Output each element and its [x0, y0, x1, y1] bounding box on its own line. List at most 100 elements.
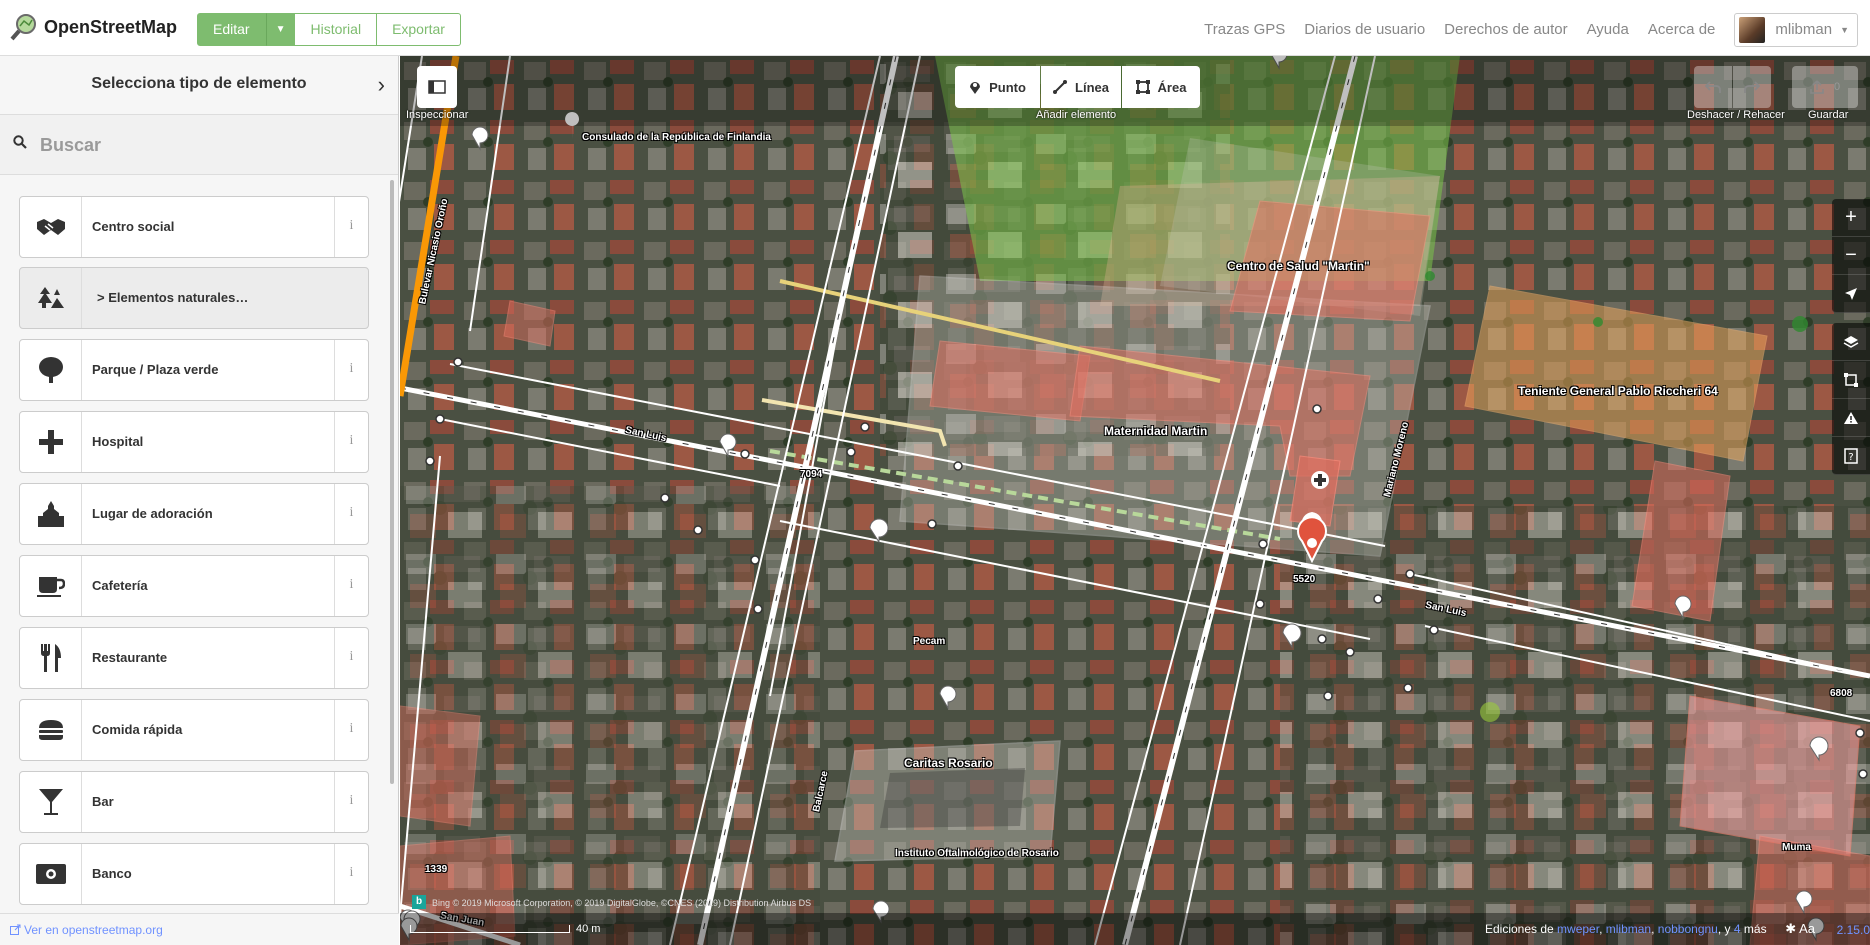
- map-label-maternity[interactable]: Maternidad Martin: [1104, 424, 1207, 438]
- search-row: [0, 115, 398, 175]
- redo-button[interactable]: [1733, 66, 1771, 108]
- map-label-bus-6808[interactable]: 6808: [1830, 688, 1852, 699]
- info-button[interactable]: i: [334, 700, 368, 760]
- map-label-bus-5520[interactable]: 5520: [1293, 574, 1315, 585]
- map-label-instituto[interactable]: Instituto Oftalmológico de Rosario: [895, 848, 1059, 859]
- map-label-muma[interactable]: Muma: [1782, 842, 1811, 853]
- info-button[interactable]: i: [334, 340, 368, 400]
- export-button[interactable]: Exportar: [377, 13, 461, 46]
- editor-link[interactable]: nobbongnu: [1658, 922, 1718, 936]
- map-label-caritas[interactable]: Caritas Rosario: [904, 756, 993, 770]
- version-link[interactable]: 2.15.0: [1837, 923, 1870, 937]
- info-button[interactable]: i: [334, 772, 368, 832]
- save-count: 0: [1833, 81, 1841, 93]
- preset-item-fast-food[interactable]: Comida rápida i: [19, 699, 369, 761]
- preset-item-restaurant[interactable]: Restaurante i: [19, 627, 369, 689]
- preset-label: Comida rápida: [92, 722, 183, 737]
- background-settings-button[interactable]: [1832, 323, 1870, 361]
- edit-button-group: Editar ▼ Historial Exportar: [197, 13, 461, 46]
- add-feature-label: Añadir elemento: [1036, 109, 1117, 121]
- zoom-in-button[interactable]: +: [1832, 199, 1870, 237]
- zoom-out-button[interactable]: −: [1832, 237, 1870, 275]
- secondary-nav: Trazas GPS Diarios de usuario Derechos d…: [1204, 12, 1870, 47]
- user-menu[interactable]: mlibman ▼: [1734, 12, 1858, 47]
- geolocate-button[interactable]: [1832, 275, 1870, 313]
- imagery-attribution[interactable]: Bing © 2019 Microsoft Corporation, © 201…: [432, 898, 811, 908]
- edit-dropdown-toggle[interactable]: ▼: [265, 13, 296, 46]
- svg-text:?: ?: [1848, 452, 1853, 463]
- preset-label: Parque / Plaza verde: [92, 362, 219, 377]
- view-on-osm-link[interactable]: Ver en openstreetmap.org: [24, 923, 163, 937]
- sidebar: Selecciona tipo de elemento › Centro soc…: [0, 56, 399, 945]
- more-editors-count[interactable]: 4: [1734, 922, 1741, 936]
- osm-magnifier-icon: [10, 14, 36, 41]
- preset-item-place-of-worship[interactable]: Lugar de adoración i: [19, 483, 369, 545]
- history-button[interactable]: Historial: [295, 13, 378, 46]
- preset-item-park[interactable]: Parque / Plaza verde i: [19, 339, 369, 401]
- preset-label: Banco: [92, 866, 132, 881]
- map-label-health-centre[interactable]: Centro de Salud "Martin": [1227, 259, 1370, 273]
- map-label-bus-7094[interactable]: 7094: [800, 469, 822, 480]
- undo-button[interactable]: [1694, 66, 1732, 108]
- search-input[interactable]: [40, 130, 380, 160]
- preset-category-natural[interactable]: > Elementos naturales…: [19, 267, 369, 329]
- preset-item-bar[interactable]: Bar i: [19, 771, 369, 833]
- nav-link-gps-traces[interactable]: Trazas GPS: [1204, 21, 1285, 38]
- line-icon: [1053, 80, 1068, 94]
- nav-link-user-diaries[interactable]: Diarios de usuario: [1304, 21, 1425, 38]
- sidebar-toggle-icon: [428, 80, 446, 94]
- upload-icon: [1810, 80, 1824, 94]
- tree-icon: [20, 340, 82, 400]
- info-button[interactable]: i: [334, 844, 368, 904]
- issues-button[interactable]: [1832, 399, 1870, 437]
- redo-icon: [1744, 81, 1760, 93]
- preset-item-cafe[interactable]: Cafetería i: [19, 555, 369, 617]
- editor-link[interactable]: mlibman: [1606, 922, 1651, 936]
- map-controls: + − ?: [1832, 199, 1870, 475]
- save-button[interactable]: 0: [1792, 66, 1858, 108]
- sidebar-title: Selecciona tipo de elemento: [91, 75, 307, 92]
- sidebar-header: Selecciona tipo de elemento ›: [0, 56, 398, 115]
- nav-link-copyright[interactable]: Derechos de autor: [1444, 21, 1567, 38]
- warning-icon: [1844, 411, 1858, 424]
- aerial-imagery: [400, 56, 1870, 945]
- map-label-pecam[interactable]: Pecam: [913, 636, 945, 647]
- add-point-label: Punto: [989, 79, 1026, 95]
- map-data-button[interactable]: [1832, 361, 1870, 399]
- add-area-button[interactable]: Área: [1122, 66, 1200, 108]
- editors-sep: ,: [1599, 922, 1606, 936]
- info-button[interactable]: i: [334, 628, 368, 688]
- inspect-label: Inspeccionar: [406, 109, 469, 121]
- preset-item-bank[interactable]: Banco i: [19, 843, 369, 905]
- nav-link-about[interactable]: Acerca de: [1648, 21, 1716, 38]
- map-label-bus-1339[interactable]: 1339: [425, 864, 447, 875]
- add-point-button[interactable]: Punto: [955, 66, 1040, 108]
- sidebar-scrollbar[interactable]: [390, 180, 394, 784]
- osm-logo[interactable]: OpenStreetMap: [10, 13, 177, 41]
- scale-text: 40 m: [576, 923, 601, 935]
- chevron-right-icon[interactable]: ›: [378, 72, 385, 98]
- map-label-consulate[interactable]: Consulado de la República de Finlandia: [582, 132, 771, 143]
- preset-label: Centro social: [92, 219, 175, 234]
- map-label-riccheri[interactable]: Teniente General Pablo Riccheri 64: [1518, 384, 1718, 398]
- info-button[interactable]: i: [334, 197, 368, 257]
- bug-report-icon[interactable]: ✱ Aa: [1785, 921, 1815, 937]
- edit-button[interactable]: Editar: [197, 13, 266, 46]
- preset-label: Cafetería: [92, 578, 148, 593]
- sidebar-toggle-button[interactable]: [417, 66, 457, 108]
- preset-item-hospital[interactable]: Hospital i: [19, 411, 369, 473]
- cross-icon: [20, 412, 82, 472]
- minus-icon: −: [1845, 244, 1857, 266]
- external-link-icon: [10, 924, 21, 935]
- scale-bar[interactable]: [410, 925, 570, 933]
- help-button[interactable]: ?: [1832, 437, 1870, 475]
- info-button[interactable]: i: [334, 412, 368, 472]
- editor-link[interactable]: mweper: [1557, 922, 1599, 936]
- save-label: Guardar: [1808, 109, 1849, 121]
- preset-item-social-centre[interactable]: Centro social i: [19, 196, 369, 258]
- map-canvas[interactable]: Consulado de la República de Finlandia C…: [400, 56, 1870, 945]
- info-button[interactable]: i: [334, 556, 368, 616]
- add-line-button[interactable]: Línea: [1041, 66, 1121, 108]
- info-button[interactable]: i: [334, 484, 368, 544]
- nav-link-help[interactable]: Ayuda: [1587, 21, 1629, 38]
